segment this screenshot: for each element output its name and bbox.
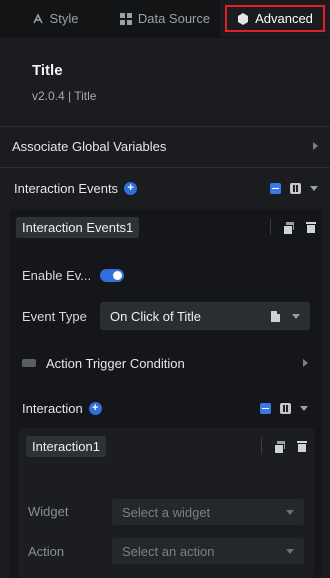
chevron-down-icon [286, 548, 294, 554]
interaction-actions [261, 438, 307, 454]
chevron-right-icon [303, 359, 308, 367]
event-name-chip[interactable]: Interaction Events1 [16, 217, 140, 238]
document-icon[interactable] [271, 310, 280, 322]
action-trigger-label: Action Trigger Condition [46, 355, 185, 371]
event-type-select[interactable]: On Click of Title [100, 302, 310, 330]
component-version: v2.0.4 | Title [32, 89, 97, 103]
tab-data-source-label: Data Source [137, 11, 211, 26]
action-label: Action [28, 544, 65, 559]
collapse-all-icon[interactable] [270, 182, 281, 194]
tab-advanced[interactable]: Advanced [220, 0, 330, 37]
global-variables-label: Associate Global Variables [12, 138, 167, 154]
collapse-all-icon[interactable] [260, 402, 271, 414]
action-select[interactable]: Select an action [112, 538, 304, 564]
add-event-icon[interactable]: + [124, 181, 138, 195]
interaction-header-actions [260, 402, 308, 414]
expand-all-icon[interactable] [290, 182, 301, 194]
delete-icon[interactable] [306, 221, 316, 233]
interaction-events-label: Interaction Events [14, 180, 119, 196]
action-trigger-condition-section[interactable]: Action Trigger Condition [10, 344, 322, 382]
widget-select[interactable]: Select a widget [112, 499, 304, 525]
divider [270, 219, 271, 235]
chevron-down-icon [292, 313, 300, 319]
event-type-label: Event Type [22, 309, 87, 324]
component-title: Title [32, 62, 63, 79]
advanced-icon [238, 12, 249, 25]
global-variables-section[interactable]: Associate Global Variables [0, 127, 330, 165]
chevron-down-icon[interactable] [300, 405, 308, 411]
style-icon [32, 12, 43, 23]
delete-icon[interactable] [297, 440, 307, 452]
interaction-label: Interaction [22, 400, 83, 416]
divider [261, 438, 262, 454]
data-source-icon [119, 12, 132, 25]
copy-icon[interactable] [274, 440, 285, 454]
condition-icon [22, 359, 36, 367]
divider [0, 167, 330, 168]
event-type-value: On Click of Title [110, 308, 202, 324]
tab-style-label: Style [49, 11, 79, 26]
copy-icon[interactable] [283, 221, 294, 235]
interaction-header: Interaction + [10, 389, 322, 427]
tab-advanced-label: Advanced [255, 11, 313, 26]
tab-style[interactable]: Style [0, 0, 110, 37]
component-header: Title v2.0.4 | Title [0, 38, 330, 126]
expand-all-icon[interactable] [280, 402, 291, 414]
chevron-down-icon[interactable] [310, 185, 318, 191]
widget-label: Widget [28, 504, 69, 519]
chevron-right-icon [313, 142, 318, 150]
action-placeholder: Select an action [122, 543, 215, 559]
chevron-down-icon [286, 509, 294, 515]
panel-tabs: Style Data Source Advanced [0, 0, 330, 38]
widget-placeholder: Select a widget [122, 504, 211, 520]
enable-event-label: Enable Ev... [22, 268, 92, 283]
add-interaction-icon[interactable]: + [88, 401, 102, 415]
interaction-events-header: Interaction Events + [0, 169, 330, 207]
event-actions [270, 219, 316, 235]
tab-data-source[interactable]: Data Source [110, 0, 220, 37]
enable-event-toggle[interactable] [100, 269, 124, 282]
interaction-name-chip[interactable]: Interaction1 [26, 436, 106, 457]
events-header-actions [270, 182, 318, 194]
